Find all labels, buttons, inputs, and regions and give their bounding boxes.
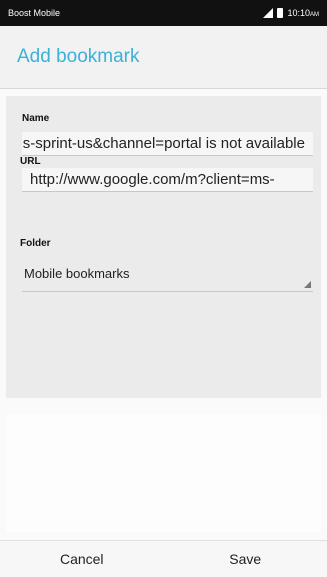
signal-icon bbox=[263, 8, 274, 18]
page-title: Add bookmark bbox=[17, 46, 140, 67]
status-time: 10:10AM bbox=[287, 8, 319, 18]
name-label: Name bbox=[22, 113, 50, 124]
status-bar: Boost Mobile 10:10AM bbox=[0, 0, 327, 26]
action-bar: Cancel Save bbox=[0, 540, 327, 577]
dropdown-triangle-icon bbox=[304, 281, 311, 288]
status-icons: 10:10AM bbox=[263, 8, 319, 18]
url-label: URL bbox=[20, 156, 41, 167]
cancel-button[interactable]: Cancel bbox=[0, 541, 164, 577]
bookmark-form: Name ‪http://www.google.com/m?client=ms-… bbox=[6, 96, 321, 398]
battery-icon bbox=[277, 8, 284, 18]
empty-area bbox=[6, 414, 321, 532]
folder-selected-value: Mobile bookmarks bbox=[24, 266, 130, 281]
url-field[interactable]: http://www.google.com/m?client=ms- bbox=[22, 168, 313, 192]
save-button[interactable]: Save bbox=[164, 541, 327, 577]
folder-dropdown[interactable]: Mobile bookmarks bbox=[22, 256, 313, 292]
name-field[interactable]: ‪http://www.google.com/m?client=ms-sprin… bbox=[22, 132, 313, 156]
carrier-name: Boost Mobile bbox=[8, 8, 61, 18]
title-bar: Add bookmark bbox=[0, 26, 327, 89]
folder-label: Folder bbox=[20, 238, 51, 249]
